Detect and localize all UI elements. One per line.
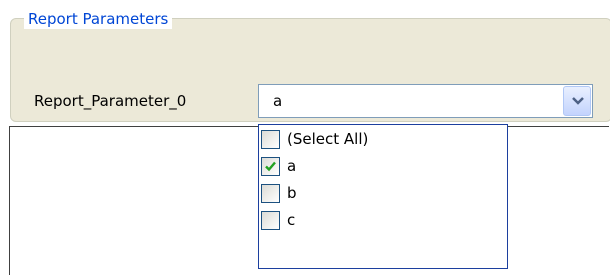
list-item-b[interactable]: b — [261, 181, 505, 205]
list-item-label: b — [287, 184, 297, 202]
list-item-c[interactable]: c — [261, 208, 505, 232]
checkbox[interactable] — [261, 184, 280, 203]
checkbox[interactable] — [261, 130, 280, 149]
parameter-label: Report_Parameter_0 — [34, 92, 187, 110]
checkbox[interactable] — [261, 157, 280, 176]
list-item-select-all[interactable]: (Select All) — [261, 127, 505, 151]
dropdown-toggle-button[interactable] — [563, 86, 591, 116]
parameter-dropdown[interactable]: a — [258, 84, 593, 118]
list-item-label: (Select All) — [287, 130, 369, 148]
report-viewer: Report Parameters Report_Parameter_0 a (… — [0, 0, 610, 275]
group-title: Report Parameters — [24, 9, 173, 29]
checkmark-icon — [265, 161, 276, 172]
list-item-label: a — [287, 157, 297, 175]
dropdown-list: (Select All) a b c — [258, 124, 508, 269]
parameter-selected-value: a — [273, 92, 283, 110]
checkbox[interactable] — [261, 211, 280, 230]
chevron-down-icon — [572, 97, 584, 105]
list-item-label: c — [287, 211, 296, 229]
list-item-a[interactable]: a — [261, 154, 505, 178]
